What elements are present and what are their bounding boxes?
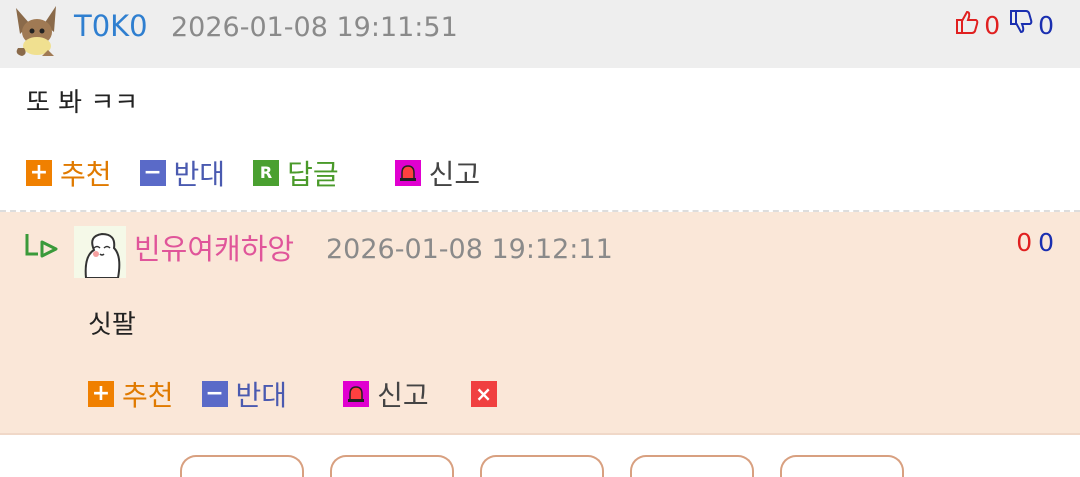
plus-icon: + <box>88 381 114 407</box>
oppose-label: 반대 <box>235 379 288 412</box>
minus-icon: − <box>139 160 166 186</box>
bottom-button-5[interactable] <box>780 455 904 477</box>
reply-author-avatar[interactable] <box>74 226 126 279</box>
reply-recommend-button[interactable]: + 추천 <box>88 374 174 414</box>
reply-author[interactable]: 빈유여캐하앙 <box>134 230 294 268</box>
bottom-button-1[interactable] <box>180 455 304 477</box>
bottom-button-bar <box>0 433 1080 477</box>
comment-actions: + 추천 − 반대 R 답글 신고 <box>26 153 508 193</box>
recommend-label: 추천 <box>122 379 174 412</box>
bottom-button-3[interactable] <box>480 455 604 477</box>
reply-comment: 빈유여캐하앙 2026-01-08 19:12:11 0 0 싯팔 + 추천 −… <box>0 212 1080 433</box>
reply-label: 답글 <box>287 158 339 191</box>
comment-header: T0K0 2026-01-08 19:11:51 0 0 <box>0 0 1080 68</box>
report-label: 신고 <box>377 379 429 412</box>
thumbs-down-icon[interactable] <box>1008 9 1034 41</box>
bottom-button-4[interactable] <box>630 455 754 477</box>
plus-icon: + <box>26 160 52 186</box>
minus-icon: − <box>201 381 228 407</box>
reply-body: 싯팔 <box>88 310 136 340</box>
report-label: 신고 <box>428 158 481 191</box>
comment-timestamp: 2026-01-08 19:11:51 <box>171 12 458 43</box>
reply-actions: + 추천 − 반대 신고 × <box>88 374 533 414</box>
upvote-count: 0 <box>984 10 1001 40</box>
siren-icon <box>343 381 370 407</box>
reply-report-button[interactable]: 신고 <box>343 374 429 414</box>
comment-author[interactable]: T0K0 <box>74 9 148 43</box>
reply-upvote-count: 0 <box>1016 228 1033 257</box>
reply-arrow-icon <box>24 232 60 262</box>
close-icon: × <box>470 381 497 407</box>
reply-votes: 0 0 <box>1016 228 1054 257</box>
reply-timestamp: 2026-01-08 19:12:11 <box>326 234 613 265</box>
bottom-button-2[interactable] <box>330 455 454 477</box>
oppose-label: 반대 <box>173 158 226 191</box>
reply-delete-button[interactable]: × <box>470 381 505 407</box>
downvote-count: 0 <box>1038 10 1054 40</box>
author-avatar[interactable] <box>12 4 62 58</box>
recommend-label: 추천 <box>60 158 112 191</box>
siren-icon <box>394 160 421 186</box>
reply-icon: R <box>253 160 280 186</box>
comment-body: 또 봐 ㅋㅋ <box>26 88 139 118</box>
oppose-button[interactable]: − 반대 <box>139 153 226 193</box>
reply-oppose-button[interactable]: − 반대 <box>201 374 288 414</box>
recommend-button[interactable]: + 추천 <box>26 153 112 193</box>
report-button[interactable]: 신고 <box>394 153 481 193</box>
reply-downvote-count: 0 <box>1038 228 1054 257</box>
reply-button[interactable]: R 답글 <box>253 153 339 193</box>
thumbs-up-icon[interactable] <box>954 9 980 41</box>
comment-votes: 0 0 <box>954 8 1054 42</box>
